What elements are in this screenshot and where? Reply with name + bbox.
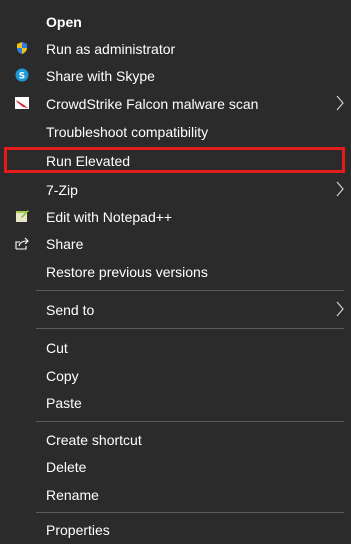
menu-item-label: Paste — [46, 395, 82, 411]
notepad-plus-plus-icon — [16, 210, 29, 222]
menu-item-open[interactable]: Open — [0, 8, 351, 34]
crowdstrike-icon — [15, 97, 29, 109]
menu-item-send-to[interactable]: Send to — [0, 296, 351, 322]
menu-separator — [36, 290, 344, 291]
menu-item-create-shortcut[interactable]: Create shortcut — [0, 426, 351, 452]
menu-item-label: Properties — [46, 522, 110, 538]
menu-item-label: 7-Zip — [46, 182, 78, 198]
menu-item-label: Cut — [46, 340, 68, 356]
menu-separator — [36, 328, 344, 329]
menu-item-label: Create shortcut — [46, 432, 142, 448]
menu-item-delete[interactable]: Delete — [0, 453, 351, 479]
menu-item-cut[interactable]: Cut — [0, 334, 351, 360]
menu-item-label: Restore previous versions — [46, 264, 208, 280]
share-icon — [15, 237, 29, 250]
menu-item-label: Edit with Notepad++ — [46, 209, 173, 225]
menu-item-label: Open — [46, 14, 82, 30]
chevron-right-icon — [336, 301, 344, 317]
menu-item-paste[interactable]: Paste — [0, 389, 351, 415]
menu-item-troubleshoot-compatibility[interactable]: Troubleshoot compatibility — [0, 118, 351, 144]
menu-item-crowdstrike-scan[interactable]: CrowdStrike Falcon malware scan — [0, 90, 351, 116]
chevron-right-icon — [336, 181, 344, 197]
menu-item-share[interactable]: Share — [0, 230, 351, 256]
menu-item-label: Rename — [46, 487, 99, 503]
menu-item-label: Send to — [46, 302, 95, 318]
menu-item-label: Troubleshoot compatibility — [46, 124, 209, 140]
menu-item-run-elevated[interactable]: Run Elevated — [0, 147, 351, 173]
menu-item-label: Run Elevated — [46, 153, 131, 169]
menu-item-restore-previous-versions[interactable]: Restore previous versions — [0, 258, 351, 284]
menu-item-share-with-skype[interactable]: S Share with Skype — [0, 62, 351, 88]
menu-item-label: Copy — [46, 368, 79, 384]
uac-shield-icon — [17, 42, 27, 54]
chevron-right-icon — [336, 95, 344, 111]
svg-text:S: S — [19, 72, 25, 82]
menu-separator — [36, 421, 344, 422]
menu-item-label: Share with Skype — [46, 68, 155, 84]
menu-item-label: Share — [46, 236, 84, 252]
menu-item-rename[interactable]: Rename — [0, 481, 351, 507]
menu-item-label: Run as administrator — [46, 41, 176, 57]
menu-item-label: Delete — [46, 459, 87, 475]
context-menu: Open Run as administrator S Share with S… — [0, 0, 351, 544]
skype-icon: S — [15, 68, 29, 82]
menu-item-edit-with-notepad-plus-plus[interactable]: Edit with Notepad++ — [0, 203, 351, 229]
menu-item-run-as-administrator[interactable]: Run as administrator — [0, 35, 351, 61]
menu-item-7-zip[interactable]: 7-Zip — [0, 176, 351, 202]
menu-item-label: CrowdStrike Falcon malware scan — [46, 96, 259, 112]
menu-item-copy[interactable]: Copy — [0, 362, 351, 388]
menu-separator — [36, 512, 344, 513]
menu-item-properties[interactable]: Properties — [0, 516, 351, 542]
